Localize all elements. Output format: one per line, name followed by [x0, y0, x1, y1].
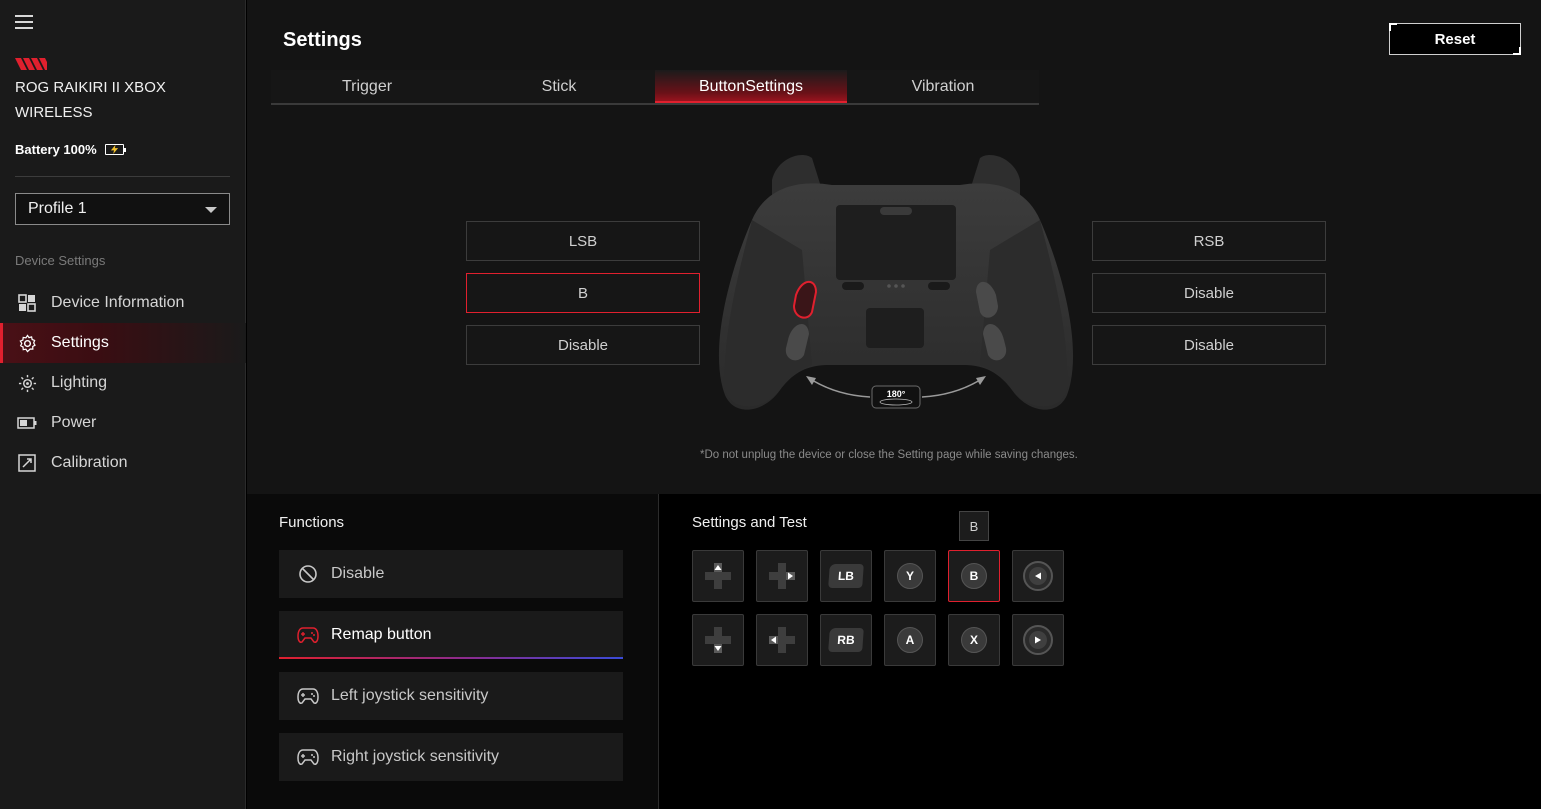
- key-dpad-right[interactable]: [756, 550, 808, 602]
- function-left-joystick-sensitivity[interactable]: Left joystick sensitivity: [279, 672, 623, 720]
- profile-selected-value: Profile 1: [28, 200, 87, 217]
- map-button-left-paddle-upper[interactable]: B: [466, 273, 700, 313]
- lighting-icon: [17, 373, 37, 393]
- tab-vibration[interactable]: Vibration: [847, 70, 1039, 103]
- rotation-badge: 180°: [886, 389, 906, 399]
- disable-icon: [297, 563, 319, 585]
- map-button-right-paddle-upper[interactable]: Disable: [1092, 273, 1326, 313]
- battery-icon: [17, 413, 37, 433]
- b-button-icon: B: [961, 563, 987, 589]
- dpad-left-icon: [769, 627, 795, 653]
- y-button-icon: Y: [897, 563, 923, 589]
- a-button-icon: A: [897, 627, 923, 653]
- map-button-rsb[interactable]: RSB: [1092, 221, 1326, 261]
- selected-key-tooltip: B: [959, 511, 989, 541]
- battery-charging-icon: [104, 144, 126, 155]
- map-button-right-paddle-lower[interactable]: Disable: [1092, 325, 1326, 365]
- dpad-down-icon: [705, 627, 731, 653]
- tab-stick[interactable]: Stick: [463, 70, 655, 103]
- key-y[interactable]: Y: [884, 550, 936, 602]
- sidebar-item-settings[interactable]: Settings: [0, 323, 246, 363]
- sidebar-item-lighting[interactable]: Lighting: [0, 363, 246, 403]
- key-dpad-left[interactable]: [756, 614, 808, 666]
- sidebar-nav: Device Information Settings Lighting Pow…: [0, 283, 246, 483]
- key-x[interactable]: X: [948, 614, 1000, 666]
- key-menu[interactable]: [1012, 614, 1064, 666]
- function-label: Left joystick sensitivity: [331, 687, 489, 704]
- device-info-icon: [17, 293, 37, 313]
- function-label: Disable: [331, 565, 385, 582]
- sidebar: ROG RAIKIRI II XBOX WIRELESS Battery 100…: [0, 0, 246, 809]
- sidebar-item-label: Settings: [51, 334, 109, 351]
- function-label: Right joystick sensitivity: [331, 748, 500, 765]
- function-disable[interactable]: Disable: [279, 550, 623, 598]
- gamepad-icon: [297, 746, 319, 768]
- key-view[interactable]: [1012, 550, 1064, 602]
- hamburger-menu-icon[interactable]: [15, 15, 33, 29]
- sidebar-divider: [15, 176, 230, 177]
- gear-icon: [17, 333, 37, 353]
- sidebar-item-device-information[interactable]: Device Information: [0, 283, 246, 323]
- tab-button-settings[interactable]: ButtonSettings: [655, 70, 847, 103]
- key-dpad-down[interactable]: [692, 614, 744, 666]
- settings-tabs: Trigger Stick ButtonSettings Vibration: [271, 70, 1039, 105]
- page-title: Settings: [283, 29, 362, 51]
- tab-trigger[interactable]: Trigger: [271, 70, 463, 103]
- function-label: Remap button: [331, 626, 432, 643]
- sidebar-item-calibration[interactable]: Calibration: [0, 443, 246, 483]
- sidebar-item-power[interactable]: Power: [0, 403, 246, 443]
- menu-button-icon: [1023, 625, 1053, 655]
- device-settings-label: Device Settings: [15, 253, 106, 268]
- key-b[interactable]: B: [948, 550, 1000, 602]
- battery-label: Battery 100%: [15, 142, 97, 157]
- key-lb[interactable]: LB: [820, 550, 872, 602]
- device-name: ROG RAIKIRI II XBOX WIRELESS: [15, 79, 166, 121]
- function-right-joystick-sensitivity[interactable]: Right joystick sensitivity: [279, 733, 623, 781]
- rog-logo-icon: [15, 58, 47, 70]
- battery-status: Battery 100%: [15, 142, 126, 157]
- map-button-left-paddle-lower[interactable]: Disable: [466, 325, 700, 365]
- gamepad-icon: [297, 685, 319, 707]
- function-remap-button[interactable]: Remap button: [279, 611, 623, 659]
- controller-back-illustration: [718, 154, 1074, 410]
- dpad-up-icon: [705, 563, 731, 589]
- lb-icon: LB: [828, 564, 864, 588]
- sidebar-item-label: Power: [51, 414, 97, 431]
- functions-title: Functions: [279, 514, 345, 531]
- profile-dropdown[interactable]: Profile 1: [15, 193, 230, 225]
- key-dpad-up[interactable]: [692, 550, 744, 602]
- key-rb[interactable]: RB: [820, 614, 872, 666]
- gamepad-icon: [297, 624, 319, 646]
- chevron-down-icon: [205, 207, 217, 213]
- view-button-icon: [1023, 561, 1053, 591]
- dpad-right-icon: [769, 563, 795, 589]
- sidebar-item-label: Device Information: [51, 294, 185, 311]
- rb-icon: RB: [828, 628, 864, 652]
- save-warning-note: *Do not unplug the device or close the S…: [700, 449, 1078, 461]
- settings-and-test-title: Settings and Test: [692, 514, 807, 531]
- reset-button[interactable]: Reset: [1389, 23, 1521, 55]
- calibration-icon: [17, 453, 37, 473]
- sidebar-item-label: Lighting: [51, 374, 108, 391]
- sidebar-item-label: Calibration: [51, 454, 128, 471]
- x-button-icon: X: [961, 627, 987, 653]
- map-button-lsb[interactable]: LSB: [466, 221, 700, 261]
- key-a[interactable]: A: [884, 614, 936, 666]
